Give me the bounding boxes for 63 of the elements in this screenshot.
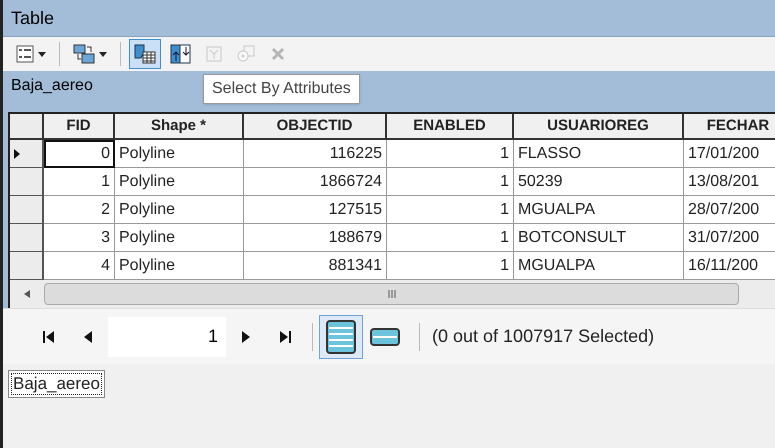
- toolbar-button[interactable]: [129, 39, 161, 69]
- table-cell: 17/01/200: [684, 140, 775, 168]
- column-header[interactable]: ENABLED: [387, 114, 514, 140]
- column-header[interactable]: Shape *: [115, 114, 244, 140]
- layer-tab[interactable]: Baja_aereo: [8, 370, 105, 398]
- table-cell: 50239: [514, 168, 684, 196]
- column-header[interactable]: FECHAR: [684, 114, 775, 140]
- tables-icon: [73, 44, 95, 64]
- table-cell: 2: [44, 196, 115, 224]
- list-icon: [16, 45, 34, 63]
- show-all-records-button[interactable]: [319, 314, 363, 358]
- table-cell: FLASSO: [514, 140, 684, 168]
- selected-records-icon: [370, 328, 400, 346]
- record-field[interactable]: 1: [108, 316, 226, 356]
- column-header[interactable]: USUARIOREG: [514, 114, 684, 140]
- caret-icon: [99, 52, 107, 56]
- row-selector[interactable]: [10, 140, 44, 168]
- table-cell: 127515: [244, 196, 387, 224]
- caret-icon: [38, 52, 46, 56]
- all-records-icon: [326, 320, 356, 354]
- row-selector[interactable]: [10, 168, 44, 196]
- zoom-icon: [236, 45, 256, 63]
- table-cell: 116225: [244, 140, 387, 168]
- scroll-left-icon: [24, 290, 30, 298]
- table-cell: 1: [387, 196, 514, 224]
- table-cell: BOTCONSULT: [514, 224, 684, 252]
- tooltip: Select By Attributes: [203, 74, 360, 104]
- clear-selection-icon: [206, 46, 222, 62]
- row-selector[interactable]: [10, 252, 44, 280]
- table-cell: Polyline: [115, 140, 244, 168]
- table-cell: MGUALPA: [514, 196, 684, 224]
- table-cell: 1: [44, 168, 115, 196]
- switch-selection-icon: [170, 44, 192, 64]
- column-header[interactable]: OBJECTID: [244, 114, 387, 140]
- row-selector[interactable]: [10, 196, 44, 224]
- last-icon: [280, 330, 292, 342]
- row-selector[interactable]: [10, 224, 44, 252]
- table-cell: 1: [387, 224, 514, 252]
- table-cell: 31/07/200: [684, 224, 775, 252]
- table-select-icon: [134, 44, 156, 64]
- selection-status: (0 out of 1007917 Selected): [432, 325, 654, 348]
- grip-icon: [388, 290, 396, 298]
- horizontal-scrollbar[interactable]: [10, 280, 775, 308]
- table-cell: Polyline: [115, 168, 244, 196]
- delete-icon: [270, 46, 286, 62]
- table-cell: 1: [387, 168, 514, 196]
- table-cell: 3: [44, 224, 115, 252]
- column-header[interactable]: FID: [44, 114, 115, 140]
- table-cell: 13/08/201: [684, 168, 775, 196]
- window-title: Table: [11, 6, 54, 30]
- table-cell: 28/07/200: [684, 196, 775, 224]
- scroll-thumb[interactable]: [44, 283, 739, 305]
- table-cell: 1866724: [244, 168, 387, 196]
- table-cell: Polyline: [115, 196, 244, 224]
- table-cell: 0: [44, 140, 115, 168]
- previous-icon: [84, 330, 92, 342]
- current-row-icon: [14, 148, 20, 158]
- table-cell: Polyline: [115, 224, 244, 252]
- table-cell: 188679: [244, 224, 387, 252]
- next-icon: [242, 330, 250, 342]
- first-icon: [42, 330, 54, 342]
- layer-title: Baja_aereo: [11, 76, 93, 96]
- table-cell: 1: [387, 140, 514, 168]
